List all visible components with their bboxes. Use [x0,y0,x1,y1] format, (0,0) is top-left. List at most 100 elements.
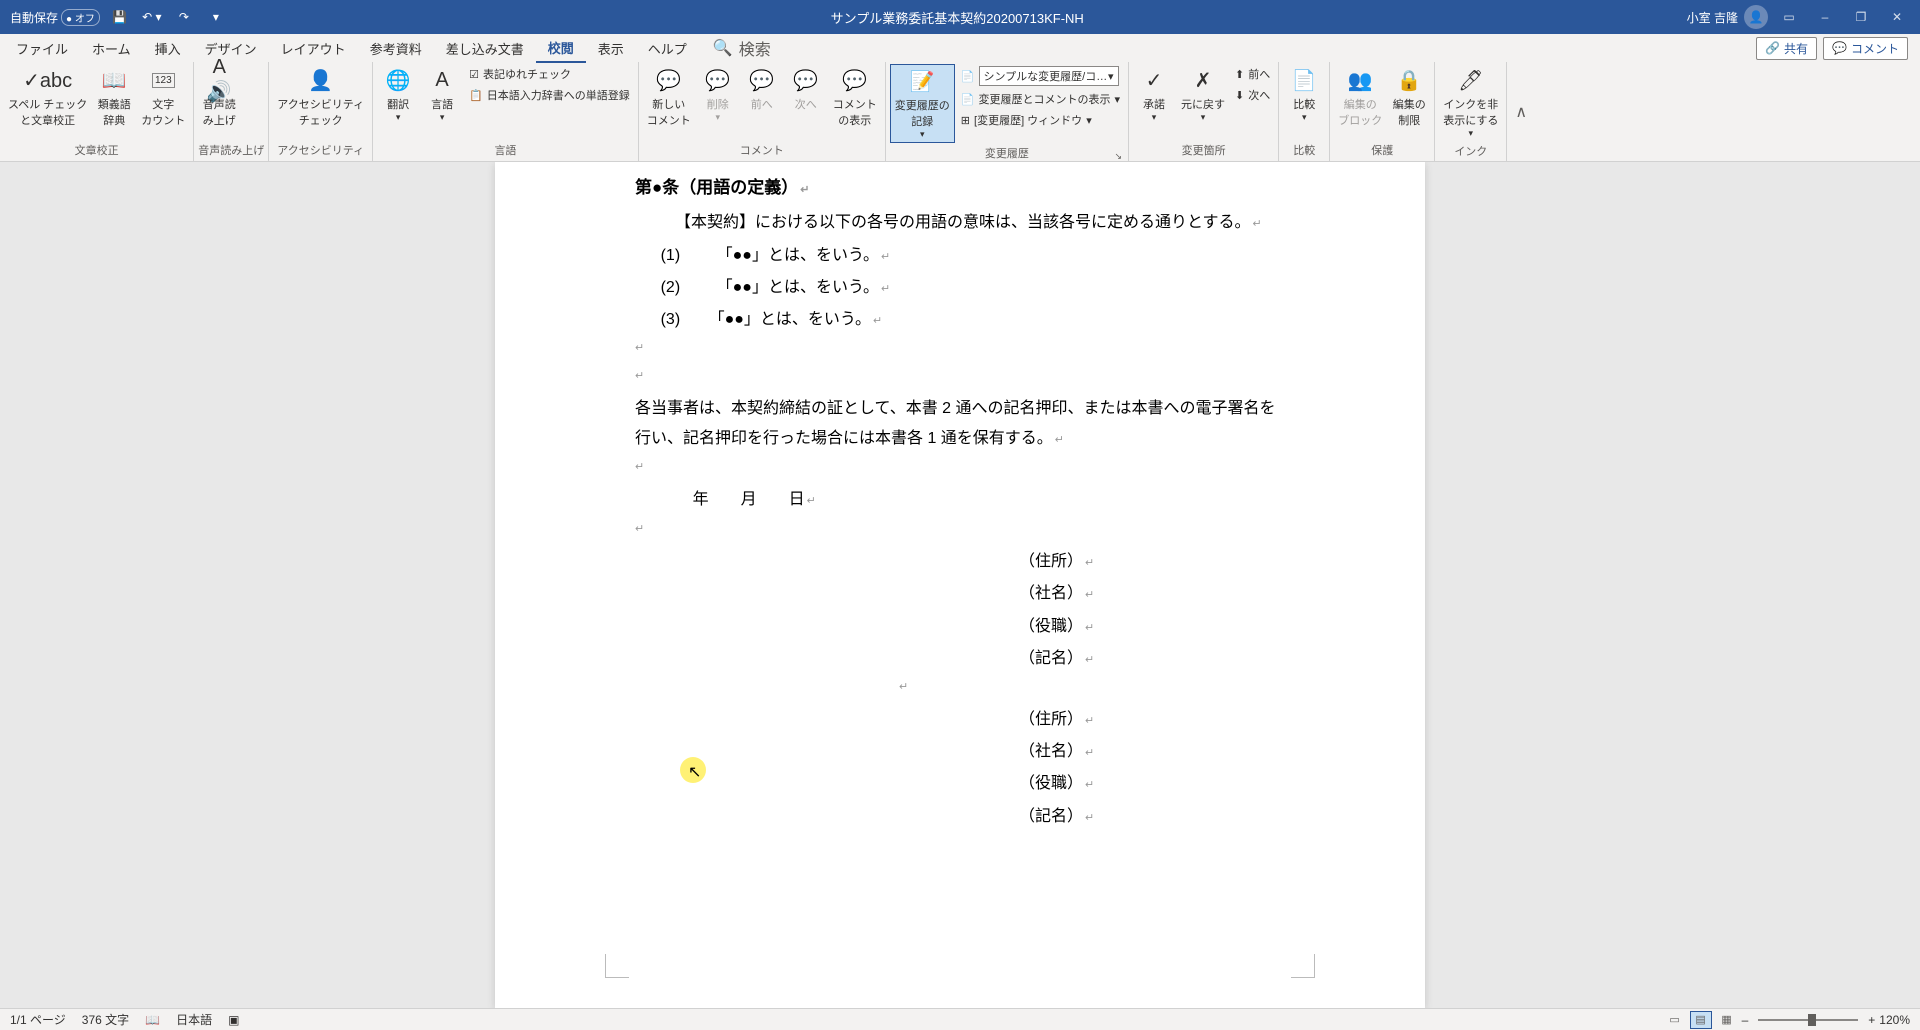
signature-block-1: （住所）↵ （社名）↵ （役職）↵ （記名）↵ [635,547,1285,675]
tab-layout[interactable]: レイアウト [269,35,358,62]
read-aloud-button[interactable]: A🔊音声読 み上げ [198,64,240,130]
track-changes-button[interactable]: 📝変更履歴の 記録▾ [890,64,955,143]
protect-group-label: 保護 [1334,140,1430,161]
block-icon: 👥 [1346,66,1374,94]
user-avatar[interactable]: 👤 [1744,5,1768,29]
zoom-slider[interactable] [1758,1019,1858,1021]
reject-icon: ✗ [1189,66,1217,94]
statusbar: 1/1 ページ 376 文字 📖 日本語 ▣ ▭ ▤ ▦ – + 120% [0,1008,1920,1030]
tab-mailings[interactable]: 差し込み文書 [434,35,536,62]
redo-button[interactable]: ↷ [172,5,196,29]
tab-file[interactable]: ファイル [4,35,80,62]
word-count-status[interactable]: 376 文字 [82,1011,129,1028]
proofing-group-label: 文章校正 [4,140,189,161]
show-comments-button[interactable]: 💬コメント の表示 [829,64,881,130]
page-margin-corner [605,954,629,978]
print-layout-button[interactable]: ▤ [1690,1011,1712,1029]
tracking-group-label: 変更履歴↘ [890,143,1124,164]
prev-icon: ⬆ [1235,68,1244,81]
language-status[interactable]: 日本語 [176,1011,212,1028]
spellcheck-status[interactable]: 📖 [145,1013,160,1027]
zoom-level[interactable]: 120% [1879,1013,1910,1027]
empty-para: ↵ [635,519,1285,547]
maximize-button[interactable]: ❐ [1846,5,1876,29]
nextcomment-icon: 💬 [792,66,820,94]
reject-button[interactable]: ✗元に戻す▾ [1177,64,1229,125]
document-page[interactable]: 第●条（用語の定義）↵ 【本契約】における以下の各号の用語の意味は、当該各号に定… [495,162,1425,1008]
compare-button[interactable]: 📄比較▾ [1283,64,1325,125]
ink-group-label: インク [1439,141,1502,162]
accept-button[interactable]: ✓承諾▾ [1133,64,1175,125]
thesaurus-button[interactable]: 📖類義語 辞典 [93,64,135,130]
share-button[interactable]: 🔗 共有 [1756,37,1817,60]
focus-view-button[interactable]: ▭ [1664,1011,1686,1029]
reviewing-pane-button[interactable]: ⊞[変更履歴] ウィンドウ ▾ [957,110,1124,130]
ribbon-tabs: ファイル ホーム 挿入 デザイン レイアウト 参考資料 差し込み文書 校閲 表示… [0,34,1920,62]
save-button[interactable]: 💾 [108,5,132,29]
prev-comment-button[interactable]: 💬前へ [741,64,783,114]
comments-button[interactable]: 💬 コメント [1823,37,1908,60]
dict-icon: 📋 [469,89,483,102]
newcomment-icon: 💬 [655,66,683,94]
display-icon: 📄 [961,70,975,83]
changes-group-label: 変更箇所 [1133,140,1274,161]
spelling-icon: ✓abc [34,66,62,94]
doc-body: 各当事者は、本契約締結の証として、本書 2 通への記名押印、または本書への電子署… [635,394,1285,455]
search-box[interactable]: 🔍 検索 [699,36,771,60]
show-markup-button[interactable]: 📄変更履歴とコメントの表示 ▾ [957,89,1124,109]
signature-block-2: （住所）↵ （社名）↵ （役職）↵ （記名）↵ [635,705,1285,833]
undo-button[interactable]: ↶ ▾ [140,5,164,29]
macro-status[interactable]: ▣ [228,1013,239,1027]
doc-heading: 第●条（用語の定義）↵ [635,172,1285,204]
ribbon: ✓abcスペル チェック と文章校正 📖類義語 辞典 123文字 カウント 文章… [0,62,1920,162]
ribbon-display-options[interactable]: ▭ [1774,5,1804,29]
notation-check-button[interactable]: ☑表記ゆれチェック [465,64,634,84]
web-layout-button[interactable]: ▦ [1716,1011,1738,1029]
language-icon: A [428,66,456,94]
new-comment-button[interactable]: 💬新しい コメント [643,64,695,130]
hide-ink-button[interactable]: 🖊インクを非 表示にする▾ [1439,64,1502,141]
deletecomment-icon: 💬 [704,66,732,94]
spelling-button[interactable]: ✓abcスペル チェック と文章校正 [4,64,91,130]
page-number-status[interactable]: 1/1 ページ [10,1011,66,1028]
doc-item-1: (1) 「●●」とは、をいう。↵ [635,241,1285,271]
block-editing-button[interactable]: 👥編集の ブロック [1334,64,1386,130]
doc-item-3: (3)「●●」とは、をいう。↵ [635,305,1285,335]
tab-home[interactable]: ホーム [80,35,143,62]
prev-change-button[interactable]: ⬆前へ [1231,64,1274,84]
document-area[interactable]: 第●条（用語の定義）↵ 【本契約】における以下の各号の用語の意味は、当該各号に定… [0,162,1920,1008]
autosave-toggle[interactable]: 自動保存 ● オフ [10,9,100,26]
tracking-dialog-launcher[interactable]: ↘ [1114,151,1122,162]
comments-group-label: コメント [643,140,881,161]
tab-help[interactable]: ヘルプ [636,35,699,62]
translate-button[interactable]: 🌐翻訳▾ [377,64,419,125]
tab-view[interactable]: 表示 [586,35,636,62]
close-button[interactable]: ✕ [1882,5,1912,29]
trackchanges-icon: 📝 [908,67,936,95]
next-change-button[interactable]: ⬇次へ [1231,85,1274,105]
tab-review[interactable]: 校閲 [536,34,586,63]
language-button[interactable]: A言語▾ [421,64,463,125]
thesaurus-icon: 📖 [100,66,128,94]
empty-para: ↵ [635,338,1285,366]
minimize-button[interactable]: – [1810,5,1840,29]
doc-intro: 【本契約】における以下の各号の用語の意味は、当該各号に定める通りとする。↵ [635,208,1285,238]
search-icon: 🔍 [713,38,733,58]
accessibility-button[interactable]: 👤アクセシビリティ チェック [273,64,368,130]
track-display-dropdown[interactable]: 📄シンプルな変更履歴/コ…▾ [957,64,1124,88]
collapse-ribbon-button[interactable]: ∧ [1507,62,1535,161]
tab-insert[interactable]: 挿入 [143,35,193,62]
next-comment-button[interactable]: 💬次へ [785,64,827,114]
dict-register-button[interactable]: 📋日本語入力辞書への単語登録 [465,85,634,105]
restrict-editing-button[interactable]: 🔒編集の 制限 [1388,64,1430,130]
word-count-button[interactable]: 123文字 カウント [137,64,189,130]
qat-customize[interactable]: ▾ [204,5,228,29]
showcomments-icon: 💬 [841,66,869,94]
tab-references[interactable]: 参考資料 [358,35,434,62]
page-margin-corner [1291,954,1315,978]
delete-comment-button[interactable]: 💬削除▾ [697,64,739,125]
markup-icon: 📄 [961,93,975,106]
zoom-out-button[interactable]: – [1742,1013,1749,1027]
zoom-in-button[interactable]: + [1868,1013,1875,1027]
compare-group-label: 比較 [1283,140,1325,161]
